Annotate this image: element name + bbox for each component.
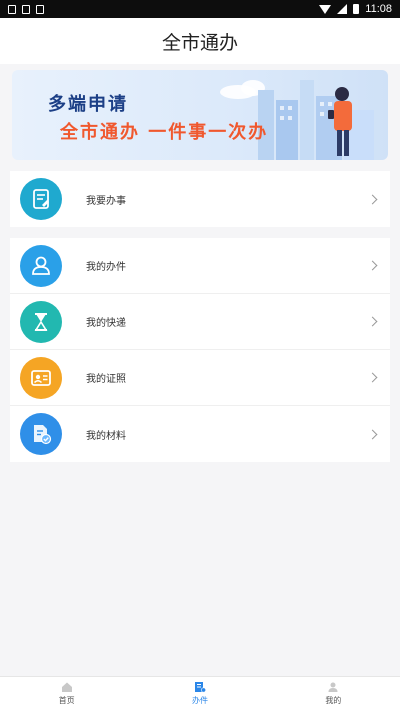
wifi-icon	[319, 4, 332, 14]
status-time: 11:08	[365, 3, 392, 15]
banner-title: 多端申请	[48, 94, 128, 115]
menu-item-my-materials[interactable]: 我的材料	[10, 406, 390, 462]
nav-tab-home[interactable]: 首页	[0, 677, 133, 710]
user-case-icon	[20, 244, 62, 287]
app-header: 全市通办	[0, 18, 400, 64]
chevron-right-icon	[367, 260, 378, 271]
nav-tab-label: 我的	[325, 696, 342, 705]
menu-item-label: 我的材料	[86, 430, 126, 442]
nav-tab-cases[interactable]: 办件	[133, 677, 266, 710]
apply-document-icon	[20, 178, 62, 220]
signal-icon	[337, 4, 348, 14]
bottom-nav: 首页 办件 我的	[0, 676, 400, 710]
menu-item-my-cases[interactable]: 我的办件	[10, 238, 390, 294]
battery-icon	[353, 4, 360, 14]
profile-icon	[328, 682, 338, 692]
my-services-card: 我的办件 我的快递 我的证照 我的材料	[10, 238, 390, 462]
service-card: 我要办事	[10, 171, 390, 227]
menu-item-my-express[interactable]: 我的快递	[10, 294, 390, 350]
materials-icon	[20, 413, 62, 455]
menu-item-label: 我的办件	[86, 262, 126, 273]
status-left	[8, 4, 44, 14]
home-icon	[61, 682, 72, 692]
banner-slogan: 全市通办 一件事一次办	[60, 122, 269, 143]
promo-banner[interactable]: 多端申请 全市通办 一件事一次办	[12, 70, 388, 160]
a-icon	[36, 4, 44, 14]
page-title: 全市通办	[161, 31, 238, 54]
menu-item-label: 我要办事	[86, 195, 126, 207]
status-bar: 11:08	[0, 0, 400, 18]
chevron-right-icon	[367, 194, 378, 204]
hourglass-icon	[20, 300, 62, 343]
menu-item-apply[interactable]: 我要办事	[10, 171, 390, 227]
chevron-right-icon	[367, 429, 378, 439]
city-illustration	[220, 80, 374, 160]
chevron-right-icon	[367, 372, 378, 383]
chevron-right-icon	[367, 316, 378, 327]
case-icon	[194, 682, 206, 693]
sim-icon	[22, 4, 30, 14]
status-right: 11:08	[319, 3, 392, 15]
id-card-icon	[20, 356, 62, 399]
nav-tab-label: 办件	[191, 696, 208, 705]
menu-item-my-certificates[interactable]: 我的证照	[10, 350, 390, 406]
nav-tab-profile[interactable]: 我的	[267, 677, 400, 710]
menu-item-label: 我的快递	[86, 318, 126, 329]
download-icon	[8, 4, 16, 14]
menu-item-label: 我的证照	[86, 374, 126, 385]
nav-tab-label: 首页	[58, 696, 75, 705]
